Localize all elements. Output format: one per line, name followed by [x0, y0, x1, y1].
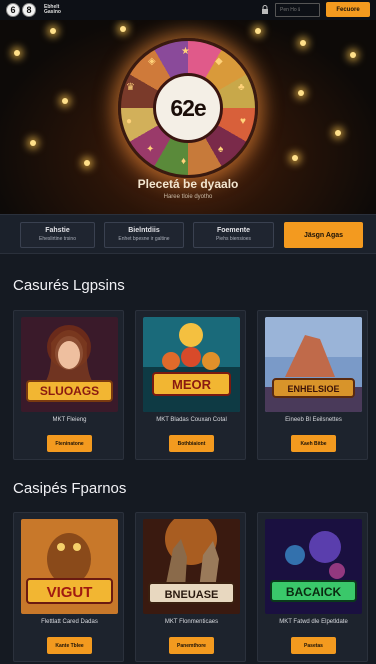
game-thumbnail[interactable]: ENHELSIOE	[265, 317, 362, 412]
stage-light	[50, 28, 56, 34]
game-thumbnail[interactable]: BACAICK	[265, 519, 362, 614]
tab-bielntdiis[interactable]: Bielntdiis Enhet bpesne ir galtine	[104, 222, 184, 248]
game-thumbnail[interactable]: VIGUT	[21, 519, 118, 614]
bell-icon: ♦	[181, 156, 187, 167]
game-card[interactable]: VIGUT Flettlatt Cared Dadas Kante Tblee	[13, 512, 124, 662]
wheel-hub[interactable]: 62e	[153, 73, 223, 143]
game-name: MKT Fleieng	[52, 417, 87, 423]
diamond-icon: ◆	[215, 56, 223, 67]
gem-icon: ◈	[148, 56, 156, 67]
logo-mark-2: 8	[22, 3, 36, 17]
art-title: BACAICK	[286, 585, 342, 599]
art-title: BNEUASE	[165, 589, 219, 601]
stage-light	[335, 130, 341, 136]
stage-light	[255, 28, 261, 34]
art-title: SLUOAGS	[40, 384, 99, 398]
stage-light	[300, 40, 306, 46]
logo-mark: 6	[6, 3, 20, 17]
lock-icon[interactable]	[261, 4, 269, 15]
game-card[interactable]: BACAICK MKT Fatwd dle Elpetldate Pasetas	[257, 512, 368, 662]
stage-light	[84, 160, 90, 166]
section-title: Casurés Lgpsins	[13, 277, 125, 294]
logo-text: Ebhelt Gasino	[44, 5, 61, 15]
game-card[interactable]: ENHELSIOE Eineeb Bl Eeilsnettes Kaeh Bit…	[257, 310, 368, 460]
play-button[interactable]: Kante Tblee	[47, 637, 92, 654]
join-button[interactable]: Jäsgn Agas	[284, 222, 363, 248]
hero-subtitle: Haree tloie dyotho	[163, 194, 213, 200]
tab-sublabel: Piehs biensioes	[215, 236, 252, 242]
tab-fahstie[interactable]: Fahstie Eheslirtine trsino	[20, 222, 95, 248]
game-name: Eineeb Bl Eeilsnettes	[285, 417, 342, 423]
wheel-value: 62e	[170, 94, 206, 121]
game-name: MKT Bladas Couxan Cotal	[156, 417, 227, 423]
stage-light	[62, 98, 68, 104]
play-button[interactable]: Fteninatone	[47, 435, 92, 452]
search-input[interactable]	[275, 2, 320, 17]
play-button[interactable]: Kaeh Bitbe	[291, 435, 336, 452]
tab-label: Bielntdiis	[128, 227, 160, 234]
tab-label: Fahstie	[45, 227, 70, 234]
header-actions: Fecuore	[261, 2, 370, 17]
game-card[interactable]: SLUOAGS MKT Fleieng Fteninatone	[13, 310, 124, 460]
tab-label: Foemente	[216, 227, 251, 234]
star-icon: ✦	[146, 144, 155, 155]
hero-banner: ★ ◆ ♣ ♥ ♠ ♦ ✦ ● ♛ ◈ 62e Plecetá be dyaal…	[0, 20, 376, 214]
game-thumbnail[interactable]: SLUOAGS	[21, 317, 118, 412]
coin-icon: ●	[126, 116, 133, 127]
heart-icon: ♥	[240, 116, 246, 127]
clover-icon: ♣	[238, 82, 245, 93]
game-name: MKT Flonmenticaes	[164, 619, 219, 625]
play-button[interactable]: Pasetas	[291, 637, 336, 654]
stage-light	[30, 140, 36, 146]
game-name: MKT Fatwd dle Elpetldate	[279, 619, 348, 625]
game-thumbnail[interactable]: MEOR	[143, 317, 240, 412]
stage-light	[292, 155, 298, 161]
category-strip: Fahstie Eheslirtine trsino Bielntdiis En…	[0, 214, 376, 254]
register-button[interactable]: Fecuore	[326, 2, 370, 17]
play-button[interactable]: Bothbiaiont	[169, 435, 214, 452]
game-thumbnail[interactable]: BNEUASE	[143, 519, 240, 614]
stage-light	[120, 26, 126, 32]
star-icon: ★	[181, 46, 190, 57]
game-card[interactable]: MEOR MKT Bladas Couxan Cotal Bothbiaiont	[135, 310, 246, 460]
stage-light	[298, 90, 304, 96]
logo-text-line2: Gasino	[44, 9, 61, 15]
section-title: Casipés Fparnos	[13, 480, 127, 497]
hero-title: Plecetá be dyaalo	[137, 177, 239, 191]
tab-sublabel: Enhet bpesne ir galtine	[118, 236, 170, 242]
game-name: Flettlatt Cared Dadas	[41, 619, 98, 625]
game-card[interactable]: BNEUASE MKT Flonmenticaes Panemthore	[135, 512, 246, 662]
stage-light	[14, 50, 20, 56]
tab-foemente[interactable]: Foemente Piehs biensioes	[193, 222, 274, 248]
art-title: MEOR	[172, 377, 212, 392]
play-button[interactable]: Panemthore	[169, 637, 214, 654]
spade-icon: ♠	[218, 144, 224, 155]
crown-icon: ♛	[126, 82, 135, 93]
tab-sublabel: Eheslirtine trsino	[39, 236, 76, 242]
top-header: 6 8 Ebhelt Gasino Fecuore	[0, 0, 376, 20]
stage-light	[350, 52, 356, 58]
art-title: VIGUT	[47, 584, 93, 601]
site-logo[interactable]: 6 8 Ebhelt Gasino	[6, 3, 61, 17]
art-title: ENHELSIOE	[287, 384, 339, 394]
